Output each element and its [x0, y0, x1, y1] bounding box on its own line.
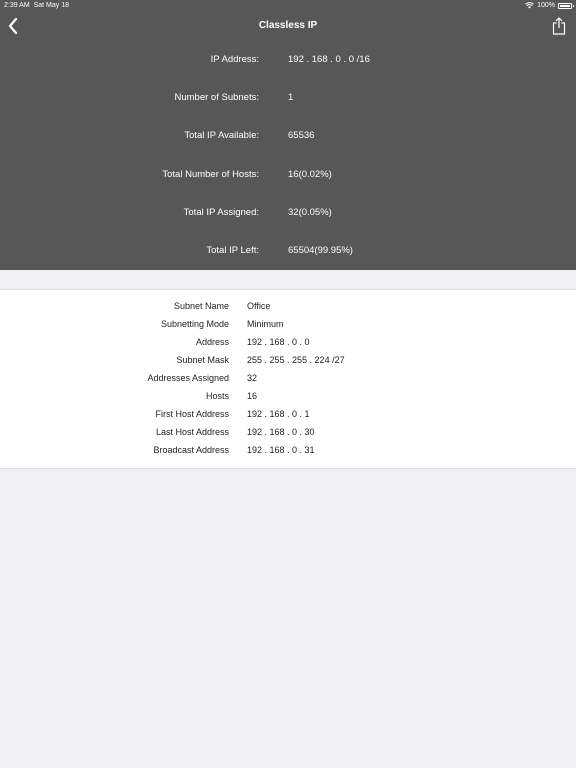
- subnet-value: Minimum: [247, 319, 284, 329]
- summary-label: Number of Subnets:: [174, 92, 260, 103]
- subnet-label: Last Host Address: [155, 427, 229, 437]
- nav-bar: Classless IP: [0, 12, 576, 40]
- subnet-label: Subnet Mask: [176, 355, 229, 365]
- subnet-row-address: Address 192 . 168 . 0 . 0: [0, 337, 576, 351]
- subnet-value: 192 . 168 . 0 . 30: [247, 427, 315, 437]
- subnet-row-last-host: Last Host Address 192 . 168 . 0 . 30: [0, 427, 576, 441]
- subnet-row-first-host: First Host Address 192 . 168 . 0 . 1: [0, 409, 576, 423]
- subnet-label: Addresses Assigned: [147, 373, 229, 383]
- summary-row-ip-address: IP Address: 192 . 168 . 0 . 0 /16: [0, 54, 576, 70]
- summary-label: Total IP Assigned:: [183, 207, 259, 218]
- subnet-label: Broadcast Address: [153, 445, 229, 455]
- wifi-icon: [525, 2, 534, 9]
- subnet-row-addresses-assigned: Addresses Assigned 32: [0, 373, 576, 387]
- subnet-row-mask: Subnet Mask 255 . 255 . 255 . 224 /27: [0, 355, 576, 369]
- subnet-label: Subnet Name: [173, 301, 229, 311]
- subnet-value: 32: [247, 373, 258, 383]
- battery-percent: 100%: [537, 2, 555, 9]
- subnet-label: Hosts: [205, 391, 229, 401]
- share-button[interactable]: [552, 17, 566, 35]
- summary-value: 32(0.05%): [288, 207, 332, 218]
- subnet-value: 192 . 168 . 0 . 31: [247, 445, 315, 455]
- subnet-detail-card[interactable]: Subnet Name Office Subnetting Mode Minim…: [0, 289, 576, 469]
- subnet-value: 16: [247, 391, 258, 401]
- summary-label: Total Number of Hosts:: [162, 169, 259, 180]
- summary-row-total-hosts: Total Number of Hosts: 16(0.02%): [0, 169, 576, 185]
- subnet-label: Address: [195, 337, 229, 347]
- summary-value: 1: [288, 92, 294, 103]
- summary-label: Total IP Left:: [206, 245, 259, 256]
- subnet-row-hosts: Hosts 16: [0, 391, 576, 405]
- page-title: Classless IP: [258, 20, 318, 31]
- summary-row-total-ip-left: Total IP Left: 65504(99.95%): [0, 245, 576, 261]
- summary-label: Total IP Available:: [184, 130, 259, 141]
- summary-value: 65536: [288, 130, 315, 141]
- subnet-value: Office: [247, 301, 271, 311]
- subnet-row-broadcast: Broadcast Address 192 . 168 . 0 . 31: [0, 445, 576, 459]
- subnet-value: 255 . 255 . 255 . 224 /27: [247, 355, 345, 365]
- summary-row-total-ip-assigned: Total IP Assigned: 32(0.05%): [0, 207, 576, 223]
- status-time: 2:39 AM: [4, 2, 30, 9]
- subnet-value: 192 . 168 . 0 . 0: [247, 337, 310, 347]
- summary-row-number-of-subnets: Number of Subnets: 1: [0, 92, 576, 108]
- share-icon: [552, 17, 566, 35]
- summary-row-total-ip-available: Total IP Available: 65536: [0, 130, 576, 146]
- battery-icon: [558, 2, 574, 9]
- subnet-value: 192 . 168 . 0 . 1: [247, 409, 310, 419]
- subnet-row-name: Subnet Name Office: [0, 301, 576, 315]
- status-date: Sat May 18: [33, 2, 69, 9]
- subnet-label: Subnetting Mode: [160, 319, 229, 329]
- subnet-label: First Host Address: [155, 409, 229, 419]
- status-time-date: 2:39 AM Sat May 18: [4, 2, 69, 9]
- summary-value: 65504(99.95%): [288, 245, 353, 256]
- header-panel: 2:39 AM Sat May 18 100% Classless IP IP …: [0, 0, 576, 270]
- subnet-row-mode: Subnetting Mode Minimum: [0, 319, 576, 333]
- status-indicators: 100%: [525, 2, 574, 9]
- status-bar: 2:39 AM Sat May 18 100%: [0, 0, 576, 12]
- summary-value: 192 . 168 . 0 . 0 /16: [288, 54, 370, 65]
- summary-label: IP Address:: [210, 54, 259, 65]
- summary-value: 16(0.02%): [288, 169, 332, 180]
